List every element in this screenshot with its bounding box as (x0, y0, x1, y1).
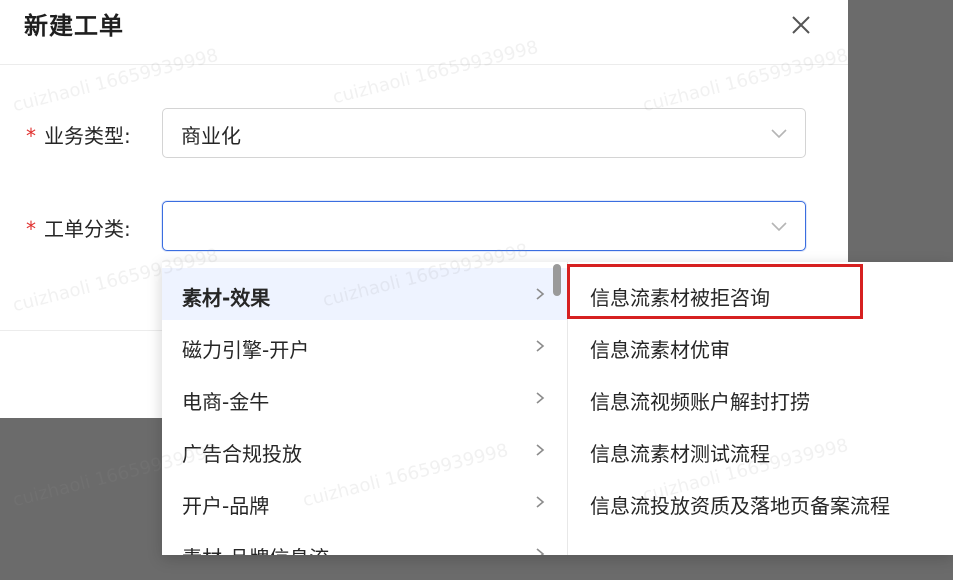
ticket-category-select[interactable] (162, 201, 806, 251)
option-label: 信息流视频账户解封打捞 (590, 390, 810, 414)
option-label: 信息流投放资质及落地页备案流程 (590, 494, 890, 518)
category-cascader-dropdown: 素材-效果 磁力引擎-开户 电商-金牛 广告合规投放 开户-品牌 素材-品牌信息… (162, 262, 953, 555)
cascader-option[interactable]: 信息流素材被拒咨询 (568, 268, 953, 320)
business-type-label-text: 业务类型: (44, 124, 131, 148)
cascader-option[interactable]: 信息流素材优审 (568, 320, 953, 372)
chevron-right-icon (536, 548, 545, 555)
option-label: 信息流素材优审 (590, 338, 730, 362)
business-type-label: * 业务类型: (26, 120, 131, 149)
option-label: 素材-效果 (182, 286, 271, 310)
dialog-title: 新建工单 (24, 12, 124, 40)
chevron-right-icon (536, 392, 545, 404)
option-label: 信息流素材被拒咨询 (590, 286, 770, 310)
cascader-level1-menu: 素材-效果 磁力引擎-开户 电商-金牛 广告合规投放 开户-品牌 素材-品牌信息… (162, 262, 568, 555)
cascader-option[interactable]: 磁力引擎-开户 (162, 320, 567, 372)
business-type-select[interactable]: 商业化 (162, 108, 806, 158)
option-label: 电商-金牛 (182, 390, 270, 414)
option-label: 开户-品牌 (182, 494, 270, 518)
chevron-down-icon (771, 222, 787, 232)
cascader-scrollbar[interactable] (553, 264, 561, 296)
cascader-option[interactable]: 素材-品牌信息流 (162, 528, 567, 555)
cascader-option[interactable]: 开户-品牌 (162, 476, 567, 528)
header-divider (0, 64, 848, 65)
option-label: 素材-品牌信息流 (182, 542, 329, 555)
close-button[interactable] (784, 8, 818, 42)
required-mark: * (26, 124, 36, 148)
required-mark: * (26, 217, 36, 241)
chevron-right-icon (536, 496, 545, 508)
cascader-option[interactable]: 广告合规投放 (162, 424, 567, 476)
cascader-option[interactable]: 素材-效果 (162, 268, 567, 320)
cascader-option[interactable]: 信息流视频账户解封打捞 (568, 372, 953, 424)
cascader-option[interactable]: 信息流投放资质及落地页备案流程 (568, 476, 953, 528)
ticket-category-label: * 工单分类: (26, 213, 131, 242)
chevron-right-icon (536, 444, 545, 456)
option-label: 信息流素材测试流程 (590, 442, 770, 466)
chevron-down-icon (771, 129, 787, 139)
ticket-category-label-text: 工单分类: (44, 217, 131, 241)
chevron-right-icon (536, 288, 545, 300)
cascader-level2-menu: 信息流素材被拒咨询 信息流素材优审 信息流视频账户解封打捞 信息流素材测试流程 … (568, 262, 953, 555)
cascader-option[interactable]: 信息流素材测试流程 (568, 424, 953, 476)
option-label: 广告合规投放 (182, 442, 302, 466)
option-label: 磁力引擎-开户 (182, 338, 310, 362)
close-icon (792, 16, 810, 34)
chevron-right-icon (536, 340, 545, 352)
business-type-value: 商业化 (181, 124, 241, 148)
cascader-option[interactable]: 电商-金牛 (162, 372, 567, 424)
